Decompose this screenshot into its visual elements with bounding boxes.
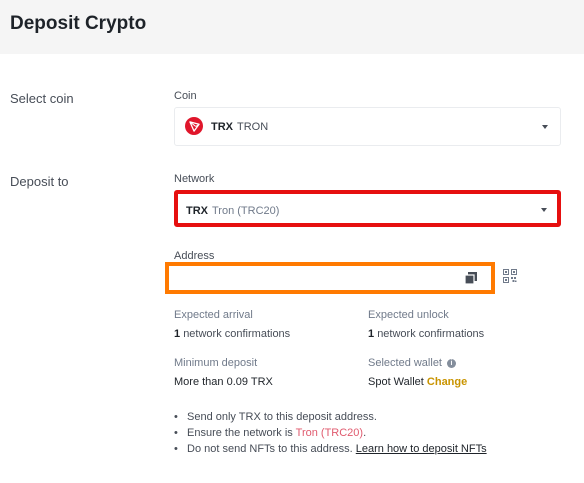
selected-wallet-label: Selected wallet i: [368, 357, 456, 369]
select-coin-label: Select coin: [10, 91, 74, 106]
expected-arrival-value: 1 network confirmations: [174, 328, 291, 340]
coin-field-label: Coin: [174, 90, 197, 102]
selected-wallet-value: Spot Wallet Change: [368, 376, 468, 388]
qr-code-icon[interactable]: [503, 269, 517, 283]
change-wallet-link[interactable]: Change: [427, 376, 467, 388]
deposit-to-label: Deposit to: [10, 174, 69, 189]
note-item: Do not send NFTs to this address. Learn …: [174, 441, 487, 457]
note-item: Send only TRX to this deposit address.: [174, 409, 487, 425]
network-select[interactable]: TRX Tron (TRC20): [174, 190, 561, 227]
coin-select[interactable]: TRX TRON: [174, 107, 561, 146]
network-symbol: TRX: [186, 205, 208, 217]
chevron-down-icon: [542, 125, 548, 129]
expected-unlock-label: Expected unlock: [368, 309, 449, 321]
address-field-label: Address: [174, 250, 215, 262]
chevron-down-icon: [541, 208, 547, 212]
network-name: Tron (TRC20): [212, 205, 280, 217]
learn-nft-deposit-link[interactable]: Learn how to deposit NFTs: [356, 443, 487, 455]
network-field-label: Network: [174, 173, 215, 185]
info-icon[interactable]: i: [447, 359, 456, 368]
copy-icon[interactable]: [463, 270, 479, 286]
tron-logo-icon: [185, 117, 203, 135]
expected-arrival-label: Expected arrival: [174, 309, 253, 321]
deposit-notes: Send only TRX to this deposit address. E…: [174, 409, 487, 457]
coin-symbol: TRX: [211, 121, 233, 133]
expected-unlock-value: 1 network confirmations: [368, 328, 485, 340]
network-name-highlight: Tron (TRC20): [295, 427, 364, 439]
minimum-deposit-value: More than 0.09 TRX: [174, 376, 273, 388]
coin-name: TRON: [237, 121, 269, 133]
page-title: Deposit Crypto: [10, 13, 147, 34]
page-header: Deposit Crypto: [0, 0, 584, 54]
minimum-deposit-label: Minimum deposit: [174, 357, 258, 369]
note-item: Ensure the network is Tron (TRC20).: [174, 425, 487, 441]
address-field[interactable]: [165, 262, 495, 294]
